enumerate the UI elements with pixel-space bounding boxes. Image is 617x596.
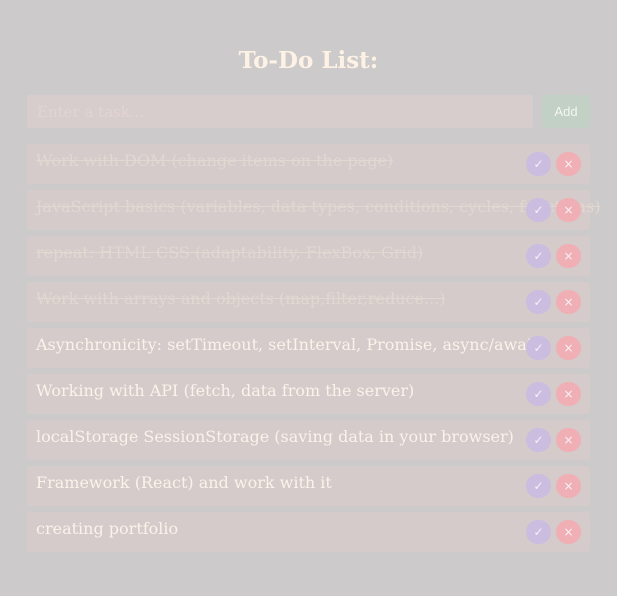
task-form: Add <box>27 95 590 128</box>
todo-app: To-Do List: Add Work with DOM (change it… <box>0 0 617 596</box>
task-text[interactable]: Asynchronicity: setTimeout, setInterval,… <box>36 335 538 355</box>
list-item: Work with arrays and objects (map,filter… <box>27 282 590 322</box>
task-text[interactable]: Work with arrays and objects (map,filter… <box>36 289 445 309</box>
list-item: creating portfolio ✓ × <box>27 512 590 552</box>
close-icon[interactable]: × <box>556 152 581 176</box>
check-icon[interactable]: ✓ <box>526 428 551 452</box>
task-list: Work with DOM (change items on the page)… <box>27 144 601 558</box>
check-icon[interactable]: ✓ <box>526 474 551 498</box>
task-text[interactable]: localStorage SessionStorage (saving data… <box>36 427 514 447</box>
check-icon[interactable]: ✓ <box>526 382 551 406</box>
task-input[interactable] <box>27 95 533 128</box>
list-item: localStorage SessionStorage (saving data… <box>27 420 590 460</box>
check-icon[interactable]: ✓ <box>526 198 551 222</box>
task-text[interactable]: JavaScript basics (variables, data types… <box>36 197 601 217</box>
list-item: JavaScript basics (variables, data types… <box>27 190 601 230</box>
check-icon[interactable]: ✓ <box>526 244 551 268</box>
check-icon[interactable]: ✓ <box>526 152 551 176</box>
close-icon[interactable]: × <box>556 382 581 406</box>
list-item: Framework (React) and work with it ✓ × <box>27 466 590 506</box>
page-title: To-Do List: <box>238 47 379 74</box>
close-icon[interactable]: × <box>556 428 581 452</box>
check-icon[interactable]: ✓ <box>526 290 551 314</box>
list-item: repeat: HTML CSS (adaptability, FlexBox,… <box>27 236 590 276</box>
task-text[interactable]: repeat: HTML CSS (adaptability, FlexBox,… <box>36 243 423 263</box>
close-icon[interactable]: × <box>556 198 581 222</box>
list-item: Asynchronicity: setTimeout, setInterval,… <box>27 328 590 368</box>
list-item: Work with DOM (change items on the page)… <box>27 144 590 184</box>
task-text[interactable]: creating portfolio <box>36 519 178 539</box>
close-icon[interactable]: × <box>556 474 581 498</box>
close-icon[interactable]: × <box>556 520 581 544</box>
close-icon[interactable]: × <box>556 290 581 314</box>
check-icon[interactable]: ✓ <box>526 336 551 360</box>
task-text[interactable]: Working with API (fetch, data from the s… <box>36 381 414 401</box>
check-icon[interactable]: ✓ <box>526 520 551 544</box>
close-icon[interactable]: × <box>556 336 581 360</box>
task-text[interactable]: Framework (React) and work with it <box>36 473 332 493</box>
list-item: Working with API (fetch, data from the s… <box>27 374 590 414</box>
task-text[interactable]: Work with DOM (change items on the page) <box>36 151 393 171</box>
close-icon[interactable]: × <box>556 244 581 268</box>
add-button[interactable]: Add <box>542 95 590 128</box>
